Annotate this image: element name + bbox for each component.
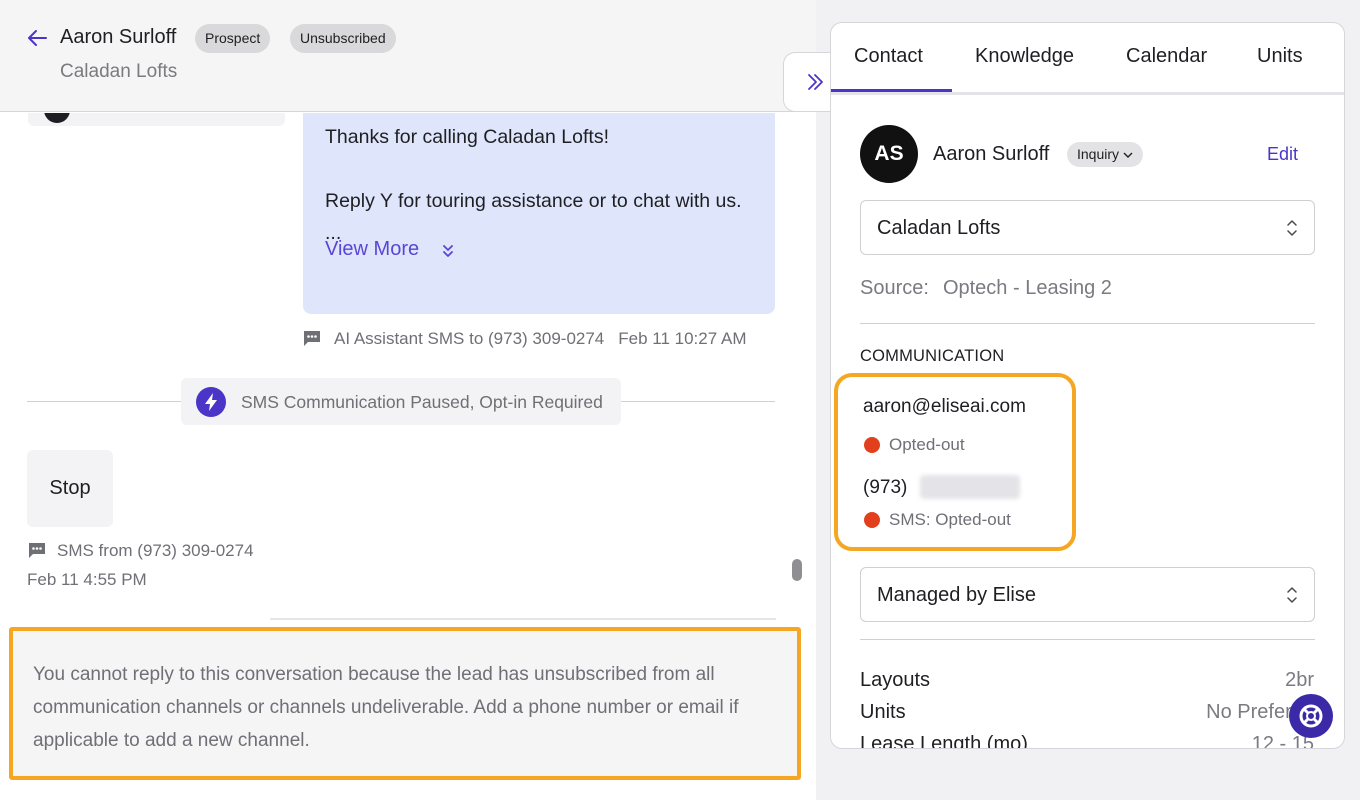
opted-out-dot <box>864 437 880 453</box>
redacted-phone <box>920 475 1020 499</box>
status-label: Inquiry <box>1077 146 1120 162</box>
message-timestamp: Feb 11 4:55 PM <box>27 570 147 589</box>
email-status: Opted-out <box>889 435 965 454</box>
prospect-badge: Prospect <box>195 24 271 53</box>
contact-panel: Contact Knowledge Calendar Units AS Aaro… <box>830 22 1345 749</box>
management-select-value: Managed by Elise <box>877 584 1036 606</box>
inbound-message-bubble: Stop <box>27 450 113 527</box>
edit-button[interactable]: Edit <box>1267 144 1298 165</box>
conversation-pane: Aaron Surloff Prospect Unsubscribed Cala… <box>0 0 816 800</box>
chevron-down-icon <box>1123 152 1133 158</box>
divider <box>620 401 775 402</box>
sender-avatar <box>44 113 70 123</box>
lifebuoy-icon <box>1299 704 1323 728</box>
tab-contact[interactable]: Contact <box>854 45 923 68</box>
message-meta: SMS from (973) 309-0274 <box>27 541 254 561</box>
phone-number: (973) <box>863 477 908 498</box>
divider <box>860 639 1315 640</box>
message-thread[interactable]: Thanks for calling Caladan Lofts! Reply … <box>0 113 790 620</box>
chevron-double-right-icon <box>808 74 823 90</box>
detail-label-layouts: Layouts <box>860 669 931 691</box>
chevron-up-down-icon <box>1287 587 1297 603</box>
panel-tabs: Contact Knowledge Calendar Units <box>831 23 1344 95</box>
active-tab-indicator <box>831 89 952 92</box>
expand-panel-button[interactable] <box>783 52 831 112</box>
status-dropdown[interactable]: Inquiry <box>1067 142 1144 167</box>
tab-knowledge[interactable]: Knowledge <box>975 45 1074 68</box>
unsubscribed-badge: Unsubscribed <box>290 24 396 53</box>
sms-paused-text: SMS Communication Paused, Opt-in Require… <box>241 392 603 412</box>
message-bubble-partial <box>28 113 285 126</box>
reply-disabled-notice: You cannot reply to this conversation be… <box>9 627 801 780</box>
chevron-up-down-icon <box>1287 220 1297 236</box>
scrollbar-thumb[interactable] <box>792 559 802 581</box>
conversation-header: Aaron Surloff Prospect Unsubscribed Cala… <box>0 0 816 112</box>
message-meta: AI Assistant SMS to (973) 309-0274 Feb 11… <box>302 329 746 349</box>
reply-disabled-text: You cannot reply to this conversation be… <box>33 664 739 751</box>
communication-heading: COMMUNICATION <box>860 347 1005 365</box>
lightning-icon <box>196 387 226 417</box>
back-arrow-icon[interactable] <box>26 28 48 48</box>
avatar: AS <box>860 125 918 183</box>
message-bubble-partial <box>270 618 776 620</box>
help-button[interactable] <box>1289 694 1333 738</box>
property-select-value: Caladan Lofts <box>877 217 1001 239</box>
opted-out-dot <box>864 512 880 528</box>
message-meta-text: SMS from (973) 309-0274 <box>57 541 254 560</box>
source-label: Source: <box>860 277 929 299</box>
message-line: Thanks for calling Caladan Lofts! <box>325 126 609 148</box>
contact-name: Aaron Surloff <box>60 26 177 48</box>
source-row: Source: Optech - Leasing 2 <box>860 277 1112 300</box>
property-name: Caladan Lofts <box>60 61 178 82</box>
communication-channels: aaron@eliseai.com Opted-out (973) SMS: O… <box>834 373 1076 551</box>
divider <box>860 323 1315 324</box>
sms-status: SMS: Opted-out <box>889 510 1011 529</box>
email-address: aaron@eliseai.com <box>863 396 1026 417</box>
message-timestamp: Feb 11 10:27 AM <box>618 329 747 348</box>
source-value: Optech - Leasing 2 <box>942 277 1112 299</box>
message-icon <box>304 331 320 346</box>
tab-calendar[interactable]: Calendar <box>1126 45 1207 68</box>
property-select[interactable]: Caladan Lofts <box>860 200 1315 255</box>
detail-value-layouts: 2br <box>1285 669 1314 691</box>
message-line: Reply Y for touring assistance or to cha… <box>325 190 742 212</box>
management-select[interactable]: Managed by Elise <box>860 567 1315 622</box>
ai-message-bubble: Thanks for calling Caladan Lofts! Reply … <box>303 113 775 314</box>
message-icon <box>29 543 45 558</box>
tab-units[interactable]: Units <box>1257 45 1303 68</box>
view-more-link[interactable]: View More <box>325 238 419 261</box>
sms-paused-notice: SMS Communication Paused, Opt-in Require… <box>181 378 621 425</box>
divider <box>27 401 182 402</box>
chevron-double-down-icon[interactable] <box>441 244 455 258</box>
detail-label-lease-length: Lease Length (mo) <box>860 733 1028 749</box>
message-meta-text: AI Assistant SMS to (973) 309-0274 <box>334 329 605 348</box>
contact-name: Aaron Surloff <box>933 143 1050 165</box>
detail-label-units: Units <box>860 701 906 723</box>
